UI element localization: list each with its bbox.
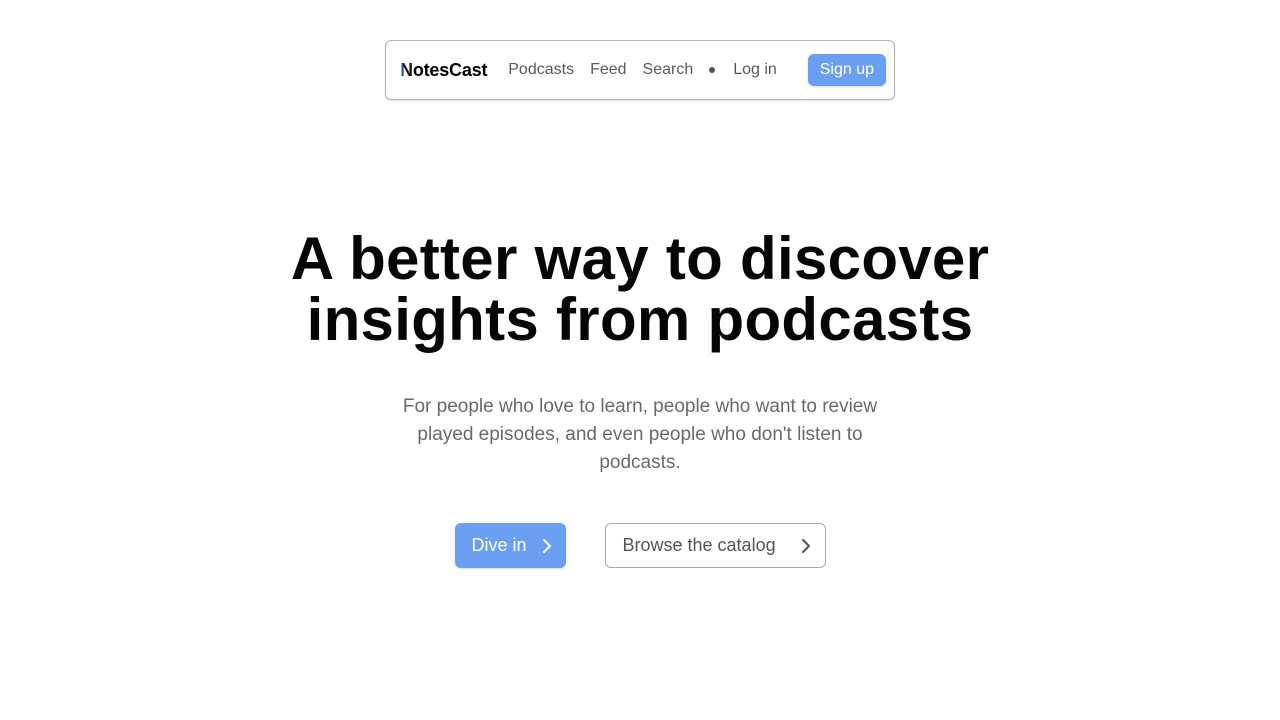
dive-in-label: Dive in	[471, 535, 527, 555]
hero-title-line2: insights from podcasts	[306, 286, 974, 353]
nav-link-search[interactable]: Search	[643, 61, 694, 79]
separator-dot-icon	[709, 67, 716, 73]
browse-catalog-label: Browse the catalog	[622, 535, 776, 555]
hero-title: A better way to discover insights from p…	[0, 228, 1280, 350]
browse-catalog-button[interactable]: Browse the catalog	[604, 523, 826, 568]
top-nav: NotesCast Podcasts Feed Search Log in Si…	[385, 40, 895, 100]
cta-group: Dive in Browse the catalog	[0, 523, 1280, 568]
dive-in-button[interactable]: Dive in	[454, 523, 566, 568]
chevron-right-icon	[801, 538, 811, 554]
nav-link-podcasts[interactable]: Podcasts	[508, 61, 574, 79]
logo-initial: N	[400, 59, 413, 80]
chevron-right-icon	[542, 538, 552, 554]
login-link[interactable]: Log in	[733, 61, 777, 79]
nav-link-feed[interactable]: Feed	[590, 61, 626, 79]
hero-title-line1: A better way to discover	[290, 225, 990, 292]
logo[interactable]: NotesCast	[400, 60, 487, 81]
signup-button[interactable]: Sign up	[807, 54, 886, 86]
logo-text: otesCast	[412, 59, 488, 80]
hero-subtitle: For people who love to learn, people who…	[402, 396, 878, 473]
